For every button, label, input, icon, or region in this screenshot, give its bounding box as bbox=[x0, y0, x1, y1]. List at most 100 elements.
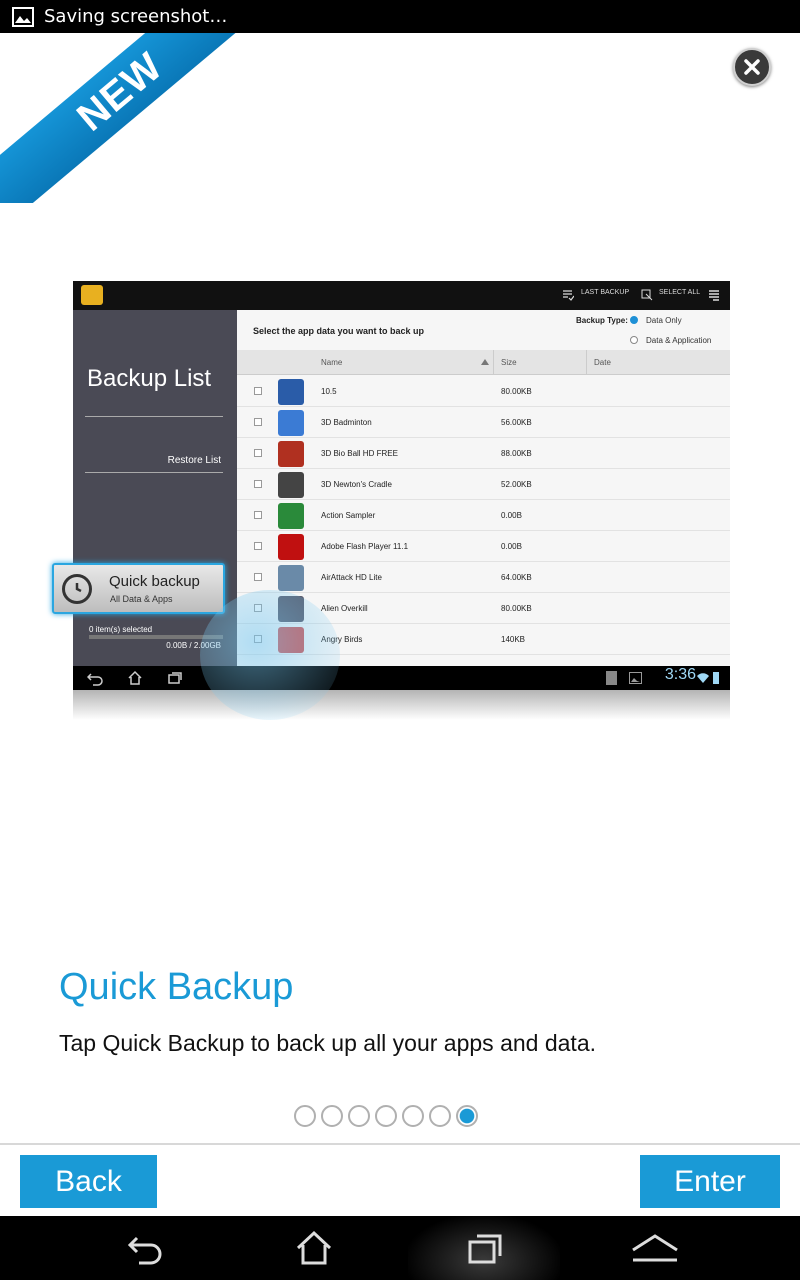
close-button[interactable] bbox=[733, 48, 771, 86]
back-icon bbox=[87, 673, 103, 686]
table-row: 3D Bio Ball HD FREE 88.00KB bbox=[237, 438, 730, 469]
row-checkbox bbox=[254, 480, 262, 488]
app-name: AirAttack HD Lite bbox=[321, 573, 382, 582]
radio-data-only bbox=[630, 316, 638, 324]
app-size: 88.00KB bbox=[501, 449, 532, 458]
app-name: Alien Overkill bbox=[321, 604, 368, 613]
option-data-application: Data & Application bbox=[646, 336, 712, 345]
backup-list-title: Backup List bbox=[87, 365, 212, 392]
app-icon bbox=[278, 534, 304, 560]
page-dot bbox=[294, 1105, 316, 1127]
divider bbox=[85, 472, 223, 473]
last-backup-icon bbox=[563, 290, 574, 301]
home-icon bbox=[128, 670, 142, 685]
new-ribbon: NEW bbox=[0, 33, 240, 203]
quick-backup-title: Quick backup bbox=[109, 573, 200, 590]
close-icon bbox=[744, 59, 760, 75]
quick-backup-subtitle: All Data & Apps bbox=[110, 594, 173, 604]
backup-app-icon bbox=[81, 285, 103, 305]
app-icon bbox=[278, 410, 304, 436]
app-size: 80.00KB bbox=[501, 387, 532, 396]
quick-backup-callout: Quick backup All Data & Apps bbox=[52, 563, 225, 614]
table-row: Action Sampler 0.00B bbox=[237, 500, 730, 531]
instruction-text: Select the app data you want to back up bbox=[253, 326, 425, 336]
table-header: Name Size Date bbox=[237, 350, 730, 375]
app-name: 3D Bio Ball HD FREE bbox=[321, 449, 398, 458]
app-icon bbox=[278, 441, 304, 467]
preview-navbar: 3:36 bbox=[73, 666, 730, 690]
column-date: Date bbox=[594, 358, 611, 367]
table-row: Adobe Flash Player 11.1 0.00B bbox=[237, 531, 730, 562]
nav-home-button[interactable] bbox=[289, 1228, 339, 1268]
app-size: 52.00KB bbox=[501, 480, 532, 489]
wifi-icon bbox=[697, 673, 709, 683]
app-name: 3D Newton's Cradle bbox=[321, 480, 392, 489]
chevron-up-icon bbox=[632, 1234, 678, 1262]
preview-clock: 3:36 bbox=[664, 666, 696, 683]
app-name: Adobe Flash Player 11.1 bbox=[321, 542, 409, 551]
page-dot bbox=[402, 1105, 424, 1127]
restore-list-label: Restore List bbox=[167, 455, 221, 466]
restore-clock-icon bbox=[62, 574, 92, 604]
app-icon bbox=[278, 379, 304, 405]
preview-reflection bbox=[73, 690, 730, 720]
last-backup-label: LAST BACKUP bbox=[581, 289, 630, 296]
home-icon bbox=[296, 1230, 332, 1265]
pointing-hand-graphic bbox=[200, 590, 340, 720]
page-dot bbox=[348, 1105, 370, 1127]
app-size: 80.00KB bbox=[501, 604, 532, 613]
select-all-icon bbox=[641, 289, 653, 301]
nav-menu-button[interactable] bbox=[630, 1228, 680, 1268]
row-checkbox bbox=[254, 449, 262, 457]
app-icon bbox=[278, 472, 304, 498]
recent-apps-icon bbox=[168, 672, 182, 684]
nav-back-button[interactable] bbox=[120, 1228, 170, 1268]
screenshot-notification-icon bbox=[606, 671, 617, 685]
backup-type-label: Backup Type: bbox=[576, 316, 628, 325]
back-arrow-icon bbox=[127, 1236, 162, 1265]
page-dot bbox=[321, 1105, 343, 1127]
page-indicator bbox=[294, 1105, 478, 1127]
app-icon bbox=[278, 503, 304, 529]
battery-icon bbox=[713, 672, 719, 684]
table-row: 10.5 80.00KB bbox=[237, 376, 730, 407]
feature-title: Quick Backup bbox=[59, 966, 294, 1008]
menu-icon bbox=[709, 290, 719, 301]
enter-button[interactable]: Enter bbox=[640, 1155, 780, 1208]
row-checkbox bbox=[254, 387, 262, 395]
feature-description: Tap Quick Backup to back up all your app… bbox=[59, 1030, 596, 1056]
option-data-only: Data Only bbox=[646, 316, 682, 325]
app-name: 3D Badminton bbox=[321, 418, 372, 427]
back-button[interactable]: Back bbox=[20, 1155, 157, 1208]
system-navigation-bar bbox=[0, 1216, 800, 1280]
column-name: Name bbox=[321, 358, 343, 367]
image-icon bbox=[12, 6, 34, 27]
gallery-notification-icon bbox=[629, 672, 642, 684]
page-dot-active bbox=[456, 1105, 478, 1127]
page-dot bbox=[375, 1105, 397, 1127]
app-size: 0.00B bbox=[501, 542, 522, 551]
select-all-label: SELECT ALL bbox=[659, 289, 701, 296]
table-row: AirAttack HD Lite 64.00KB bbox=[237, 562, 730, 593]
divider bbox=[85, 416, 223, 417]
app-size: 56.00KB bbox=[501, 418, 532, 427]
preview-topbar: LAST BACKUP SELECT ALL bbox=[73, 281, 730, 310]
tutorial-preview-image: LAST BACKUP SELECT ALL Backup List Resto… bbox=[73, 281, 730, 690]
recent-apps-icon bbox=[468, 1234, 502, 1264]
page-dot bbox=[429, 1105, 451, 1127]
nav-recent-apps-button[interactable] bbox=[460, 1228, 510, 1268]
table-row: 3D Badminton 56.00KB bbox=[237, 407, 730, 438]
app-name: 10.5 bbox=[321, 387, 337, 396]
row-checkbox bbox=[254, 418, 262, 426]
app-size: 64.00KB bbox=[501, 573, 532, 582]
selected-count: 0 item(s) selected bbox=[89, 625, 153, 634]
app-size: 140KB bbox=[501, 635, 526, 644]
row-checkbox bbox=[254, 542, 262, 550]
sort-icon bbox=[481, 359, 489, 365]
app-name: Action Sampler bbox=[321, 511, 376, 520]
table-row: 3D Newton's Cradle 52.00KB bbox=[237, 469, 730, 500]
status-text: Saving screenshot… bbox=[44, 6, 228, 27]
app-size: 0.00B bbox=[501, 511, 522, 520]
status-bar: Saving screenshot… bbox=[0, 0, 800, 33]
new-ribbon-label: NEW bbox=[68, 43, 171, 140]
